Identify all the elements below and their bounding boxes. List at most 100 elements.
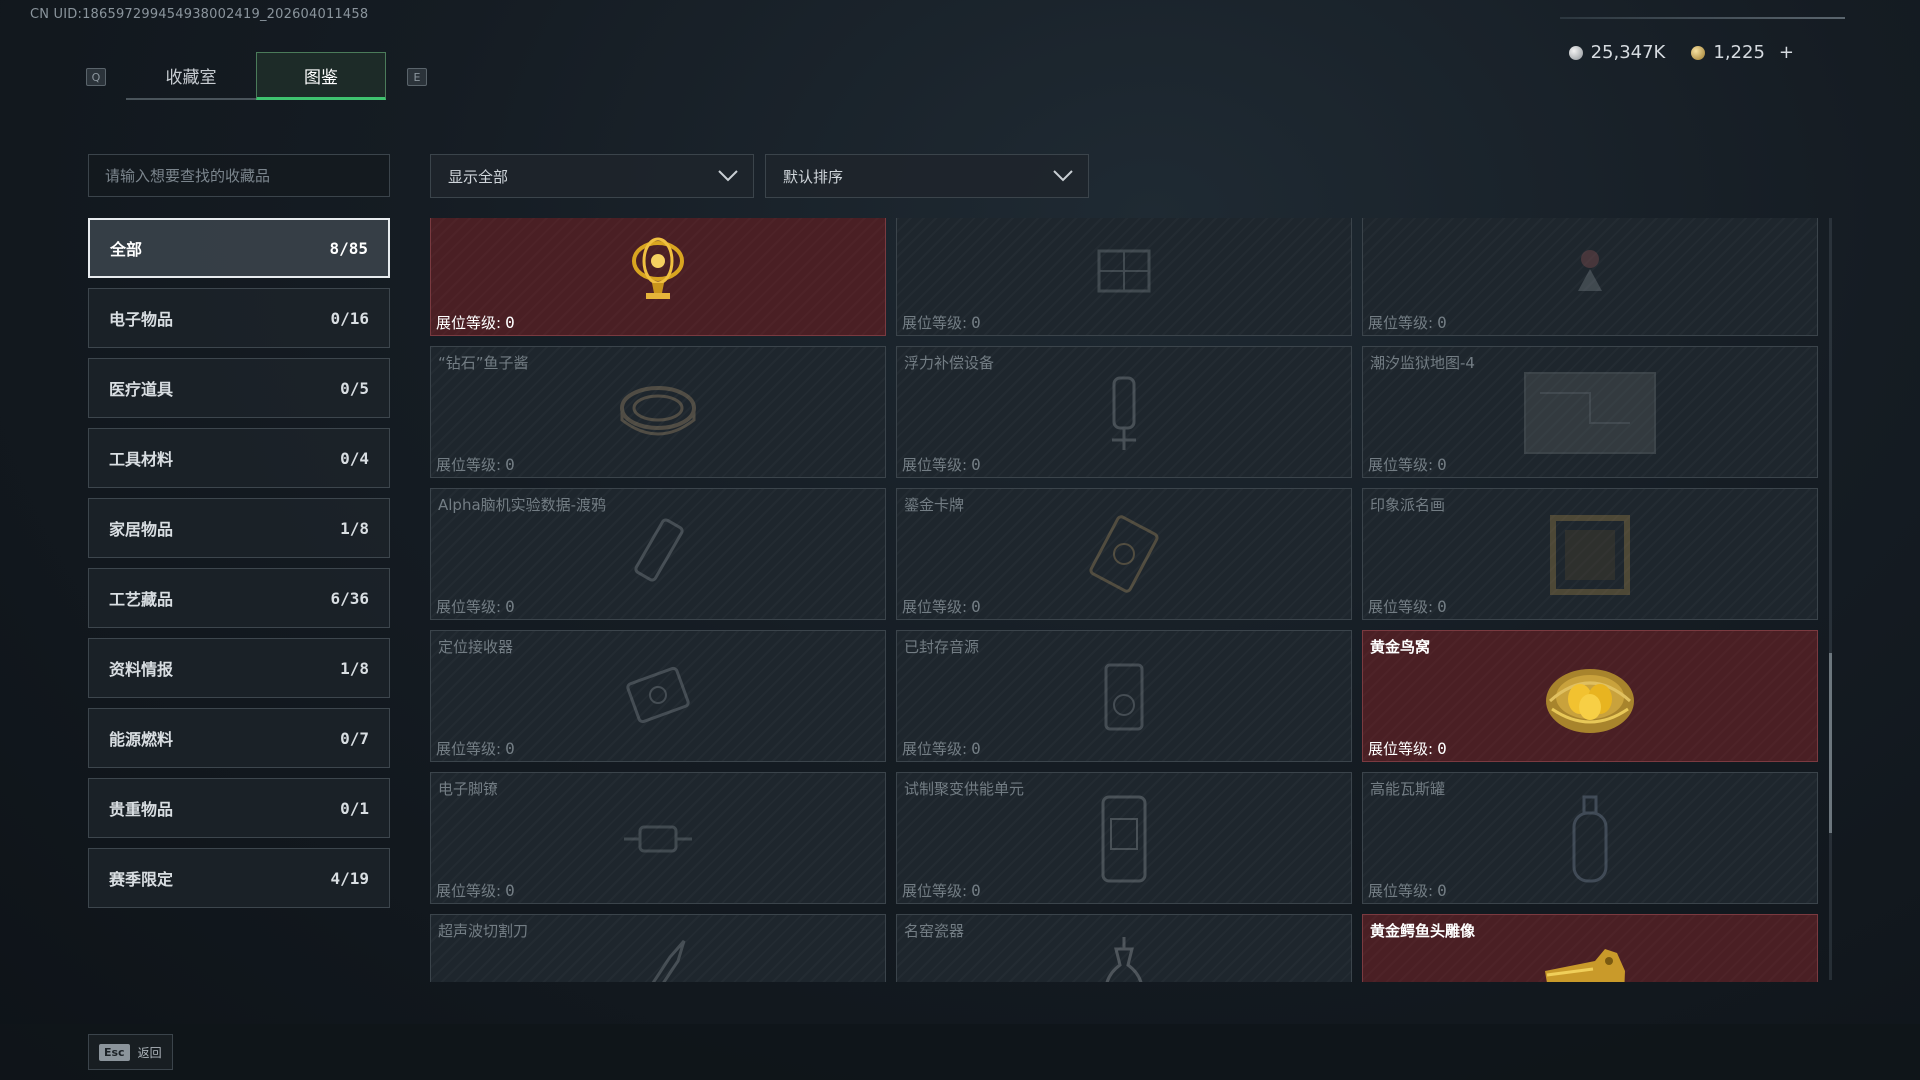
collection-item-card[interactable]: 定位接收器展位等级: 0 bbox=[430, 630, 886, 762]
category-valuables[interactable]: 贵重物品 0/1 bbox=[88, 778, 390, 838]
category-count: 0/4 bbox=[340, 448, 369, 468]
booth-level-value: 0 bbox=[971, 597, 981, 616]
grid-scrollbar[interactable] bbox=[1829, 218, 1832, 980]
golden-nest-icon bbox=[1540, 655, 1640, 743]
collection-item-card[interactable]: 浮力补偿设备 展位等级: 0 bbox=[896, 346, 1352, 478]
category-label: 工艺藏品 bbox=[109, 590, 174, 609]
category-label: 赛季限定 bbox=[109, 870, 174, 889]
category-label: 贵重物品 bbox=[109, 800, 174, 819]
collection-item-card[interactable]: 潮汐监狱地图-4 展位等级: 0 bbox=[1362, 346, 1818, 478]
collection-item-card[interactable]: “钻石”鱼子酱 展位等级: 0 bbox=[430, 346, 886, 478]
collection-item-card[interactable]: 鎏金卡牌 展位等级: 0 bbox=[896, 488, 1352, 620]
collection-item-card[interactable]: 高能瓦斯罐展位等级: 0 bbox=[1362, 772, 1818, 904]
collection-grid-viewport[interactable]: 展位等级: 0 展位等级: 0 展位等级: 0 “钻石”鱼子酱 展位等级: 0 浮力补偿设备 展位等… bbox=[430, 218, 1818, 982]
booth-level: 展位等级: 0 bbox=[436, 738, 515, 759]
category-tools[interactable]: 工具材料 0/4 bbox=[88, 428, 390, 488]
sort-dropdown[interactable]: 默认排序 bbox=[765, 154, 1089, 198]
category-count: 8/85 bbox=[329, 238, 368, 258]
back-button[interactable]: Esc 返回 bbox=[88, 1034, 173, 1070]
booth-level-label: 展位等级: bbox=[902, 314, 968, 332]
category-electronics[interactable]: 电子物品 0/16 bbox=[88, 288, 390, 348]
category-label: 全部 bbox=[110, 240, 143, 259]
porcelain-vase-icon bbox=[1094, 931, 1154, 982]
add-currency-button[interactable]: + bbox=[1779, 42, 1794, 63]
player-uid: CN UID:1865972994549380024​19_2026040114… bbox=[30, 7, 369, 22]
receiver-icon bbox=[618, 657, 698, 741]
collection-item-card[interactable]: 试制聚变供能单元 展位等级: 0 bbox=[896, 772, 1352, 904]
gas-canister-icon bbox=[1560, 789, 1620, 893]
category-label: 家居物品 bbox=[109, 520, 174, 539]
esc-key-icon: Esc bbox=[99, 1043, 130, 1061]
category-count: 0/7 bbox=[340, 728, 369, 748]
booth-level: 展位等级: 0 bbox=[902, 880, 981, 901]
category-seasonal[interactable]: 赛季限定 4/19 bbox=[88, 848, 390, 908]
booth-level-value: 0 bbox=[971, 739, 981, 758]
collection-item-card[interactable]: 展位等级: 0 bbox=[896, 218, 1352, 336]
item-name: 电子脚镣 bbox=[438, 780, 499, 798]
footer-bar bbox=[0, 1024, 1920, 1080]
booth-level: 展位等级: 0 bbox=[902, 738, 981, 759]
item-name: 试制聚变供能单元 bbox=[904, 780, 1025, 798]
category-all[interactable]: 全部 8/85 bbox=[88, 218, 390, 278]
booth-level-label: 展位等级: bbox=[436, 740, 502, 758]
filter-dropdown[interactable]: 显示全部 bbox=[430, 154, 754, 198]
collection-item-card[interactable]: 电子脚镣 展位等级: 0 bbox=[430, 772, 886, 904]
booth-level-value: 0 bbox=[505, 597, 515, 616]
collection-item-card[interactable]: 黄金鳄鱼头雕像 bbox=[1362, 914, 1818, 982]
booth-level-label: 展位等级: bbox=[1368, 314, 1434, 332]
collection-item-card[interactable]: 印象派名画 展位等级: 0 bbox=[1362, 488, 1818, 620]
booth-level-value: 0 bbox=[1437, 597, 1447, 616]
silver-currency: 25,347K bbox=[1568, 42, 1666, 63]
collection-grid: 展位等级: 0 展位等级: 0 展位等级: 0 “钻石”鱼子酱 展位等级: 0 浮力补偿设备 展位等… bbox=[430, 218, 1818, 982]
gold-currency[interactable]: 1,225 + bbox=[1691, 42, 1794, 63]
booth-level: 展位等级: 0 bbox=[1368, 880, 1447, 901]
booth-level: 展位等级: 0 bbox=[1368, 596, 1447, 617]
collection-item-card[interactable]: 超声波切割刀 bbox=[430, 914, 886, 982]
audio-source-icon bbox=[1094, 657, 1154, 741]
booth-level-label: 展位等级: bbox=[436, 598, 502, 616]
booth-level: 展位等级: 0 bbox=[902, 454, 981, 475]
booth-level-value: 0 bbox=[1437, 739, 1447, 758]
category-energy[interactable]: 能源燃料 0/7 bbox=[88, 708, 390, 768]
category-label: 工具材料 bbox=[109, 450, 174, 469]
category-label: 能源燃料 bbox=[109, 730, 174, 749]
booth-level-value: 0 bbox=[971, 313, 981, 332]
booth-level-value: 0 bbox=[1437, 881, 1447, 900]
tab-collection-room[interactable]: 收藏室 bbox=[126, 52, 256, 100]
booth-level-value: 0 bbox=[971, 455, 981, 474]
category-label: 资料情报 bbox=[109, 660, 174, 679]
item-name: 高能瓦斯罐 bbox=[1370, 780, 1446, 798]
tab-codex[interactable]: 图鉴 bbox=[256, 52, 386, 100]
collection-item-card[interactable]: 展位等级: 0 bbox=[1362, 218, 1818, 336]
category-household[interactable]: 家居物品 1/8 bbox=[88, 498, 390, 558]
silver-coin-icon bbox=[1568, 45, 1583, 60]
collection-item-card[interactable]: 名窑瓷器 bbox=[896, 914, 1352, 982]
category-count: 0/1 bbox=[340, 798, 369, 818]
filter-dropdown-value: 显示全部 bbox=[448, 167, 509, 186]
search-input[interactable] bbox=[105, 166, 389, 185]
category-intel[interactable]: 资料情报 1/8 bbox=[88, 638, 390, 698]
collection-item-card[interactable]: Alpha脑机实验数据-渡鸦 展位等级: 0 bbox=[430, 488, 886, 620]
booth-level-value: 0 bbox=[1437, 313, 1447, 332]
collection-item-card[interactable]: 展位等级: 0 bbox=[430, 218, 886, 336]
category-crafts[interactable]: 工艺藏品 6/36 bbox=[88, 568, 390, 628]
booth-level-value: 0 bbox=[505, 739, 515, 758]
silver-amount: 25,347K bbox=[1590, 42, 1666, 63]
booth-level: 展位等级: 0 bbox=[902, 312, 981, 333]
item-name: 已封存音源 bbox=[904, 638, 980, 656]
search-box[interactable] bbox=[88, 154, 390, 197]
collection-item-card[interactable]: 已封存音源展位等级: 0 bbox=[896, 630, 1352, 762]
booth-level-label: 展位等级: bbox=[436, 882, 502, 900]
booth-level-label: 展位等级: bbox=[902, 882, 968, 900]
figure-icon bbox=[1560, 241, 1620, 305]
usb-drive-icon bbox=[623, 510, 693, 604]
caviar-tin-icon bbox=[613, 378, 703, 452]
booth-level: 展位等级: 0 bbox=[1368, 312, 1447, 333]
category-sidebar: 全部 8/85 电子物品 0/16 医疗道具 0/5 工具材料 0/4 家居物品 1/8 … bbox=[88, 218, 390, 918]
collection-item-card[interactable]: 黄金鸟窝 展位等级: 0 bbox=[1362, 630, 1818, 762]
item-name: 潮汐监狱地图-4 bbox=[1370, 354, 1475, 372]
category-medical[interactable]: 医疗道具 0/5 bbox=[88, 358, 390, 418]
grid-scroll-thumb[interactable] bbox=[1829, 653, 1832, 833]
category-count: 1/8 bbox=[340, 658, 369, 678]
item-name: 定位接收器 bbox=[438, 638, 514, 656]
